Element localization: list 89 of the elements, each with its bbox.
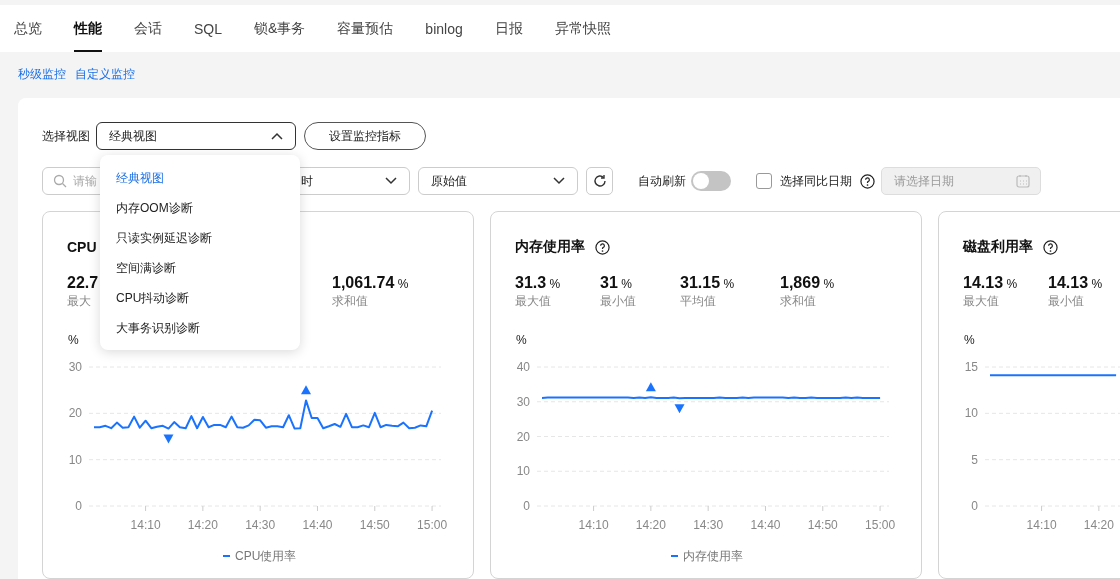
min-marker-icon xyxy=(674,404,685,414)
nav-tab[interactable]: binlog xyxy=(425,5,463,52)
view-label: 选择视图 xyxy=(42,127,90,145)
stat-label: 最小值 xyxy=(1048,293,1084,310)
stat-label: 最小值 xyxy=(600,293,636,310)
axis-unit: % xyxy=(964,333,975,347)
card-title: CPU xyxy=(67,239,97,255)
menu-item[interactable]: 大事务识别诊断 xyxy=(100,313,300,343)
nav-tab[interactable]: 性能 xyxy=(74,5,102,52)
axis-tick-label: 30 xyxy=(68,360,82,374)
stat-label: 最大 xyxy=(67,293,91,310)
stat-label: 最大值 xyxy=(963,293,999,310)
stat-value: 1,061.74 % xyxy=(332,274,409,292)
stat-label: 平均值 xyxy=(680,293,716,310)
stat-value: 22.7 xyxy=(67,274,99,292)
axis-tick-label: 14:20 xyxy=(187,518,218,532)
card-title: 内存使用率 xyxy=(515,238,585,256)
chevron-icon xyxy=(271,132,283,140)
axis-tick-label: 14:50 xyxy=(807,518,838,532)
axis-tick-label: 0 xyxy=(523,499,530,513)
sub-link[interactable]: 自定义监控 xyxy=(75,66,135,84)
menu-item[interactable]: 空间满诊断 xyxy=(100,253,300,283)
menu-item[interactable]: CPU抖动诊断 xyxy=(100,283,300,313)
axis-tick-label: 5 xyxy=(971,452,978,467)
axis-tick-label: 0 xyxy=(75,499,82,513)
axis-tick-label: 10 xyxy=(964,406,978,421)
card-title: 磁盘利用率 xyxy=(963,238,1033,256)
axis-tick-label: 14:50 xyxy=(359,518,390,532)
chevron-icon xyxy=(553,177,565,185)
nav-tab[interactable]: 容量预估 xyxy=(337,5,394,52)
axis-tick-label: 14:40 xyxy=(302,518,333,532)
axis-tick-label: 20 xyxy=(68,406,82,421)
stat-label: 求和值 xyxy=(332,293,368,310)
metrics-button[interactable]: 设置监控指标 xyxy=(304,122,426,150)
sub-link[interactable]: 秒级监控 xyxy=(18,66,66,84)
axis-tick-label: 14:10 xyxy=(1026,518,1057,532)
help-icon[interactable] xyxy=(860,173,875,189)
axis-tick-label: 10 xyxy=(68,452,82,467)
stat-value: 14.13 % xyxy=(1048,274,1103,292)
max-marker-icon xyxy=(301,385,311,395)
axis-tick-label: 14:20 xyxy=(1083,518,1114,532)
nav-tab[interactable]: 会话 xyxy=(134,5,162,52)
search-icon xyxy=(53,174,67,188)
axis-tick-label: 15:00 xyxy=(865,518,896,532)
auto-refresh-toggle[interactable] xyxy=(691,171,731,191)
nav-tab[interactable]: 异常快照 xyxy=(554,5,611,52)
stat-value: 14.13 % xyxy=(963,274,1018,292)
axis-tick-label: 15 xyxy=(964,360,978,374)
axis-tick-label: 30 xyxy=(516,394,530,409)
max-marker-icon xyxy=(645,382,656,392)
axis-tick-label: 20 xyxy=(516,429,530,444)
calendar-icon xyxy=(1016,174,1030,188)
stat-label: 求和值 xyxy=(780,293,816,310)
stat-value: 31 % xyxy=(600,274,632,292)
stat-label: 最大值 xyxy=(515,293,551,310)
axis-unit: % xyxy=(516,333,527,347)
stat-value: 31.3 % xyxy=(515,274,561,292)
axis-tick-label: 0 xyxy=(971,499,978,513)
axis-unit: % xyxy=(68,333,79,347)
min-marker-icon xyxy=(163,434,174,444)
legend-label: CPU使用率 xyxy=(235,549,297,563)
compare-label: 选择同比日期 xyxy=(780,172,852,190)
axis-tick-label: 14:30 xyxy=(693,518,724,532)
value-select[interactable]: 原始值 xyxy=(418,167,578,195)
refresh-button[interactable] xyxy=(586,167,613,195)
nav-tab[interactable]: SQL xyxy=(194,5,222,52)
axis-tick-label: 40 xyxy=(516,360,530,374)
axis-tick-label: 14:20 xyxy=(635,518,666,532)
legend-label: 内存使用率 xyxy=(683,549,743,563)
chevron-icon xyxy=(385,177,397,185)
menu-item[interactable]: 只读实例延迟诊断 xyxy=(100,223,300,253)
nav-tab[interactable]: 锁&事务 xyxy=(254,5,306,52)
view-select[interactable]: 经典视图 xyxy=(96,122,296,150)
axis-tick-label: 14:10 xyxy=(130,518,161,532)
compare-checkbox[interactable] xyxy=(756,173,772,189)
refresh-icon xyxy=(592,174,607,188)
nav-tab[interactable]: 日报 xyxy=(494,5,523,52)
axis-tick-label: 14:30 xyxy=(245,518,276,532)
help-icon[interactable] xyxy=(595,239,610,255)
stat-value: 1,869 % xyxy=(780,274,835,292)
auto-refresh-label: 自动刷新 xyxy=(638,172,686,190)
axis-tick-label: 15:00 xyxy=(417,518,448,532)
menu-item[interactable]: 内存OOM诊断 xyxy=(100,193,300,223)
nav-tab[interactable]: 总览 xyxy=(14,5,42,52)
help-icon[interactable] xyxy=(1043,239,1058,255)
axis-tick-label: 10 xyxy=(516,464,530,479)
stat-value: 31.15 % xyxy=(680,274,735,292)
axis-tick-label: 14:10 xyxy=(578,518,609,532)
axis-tick-label: 14:40 xyxy=(750,518,781,532)
